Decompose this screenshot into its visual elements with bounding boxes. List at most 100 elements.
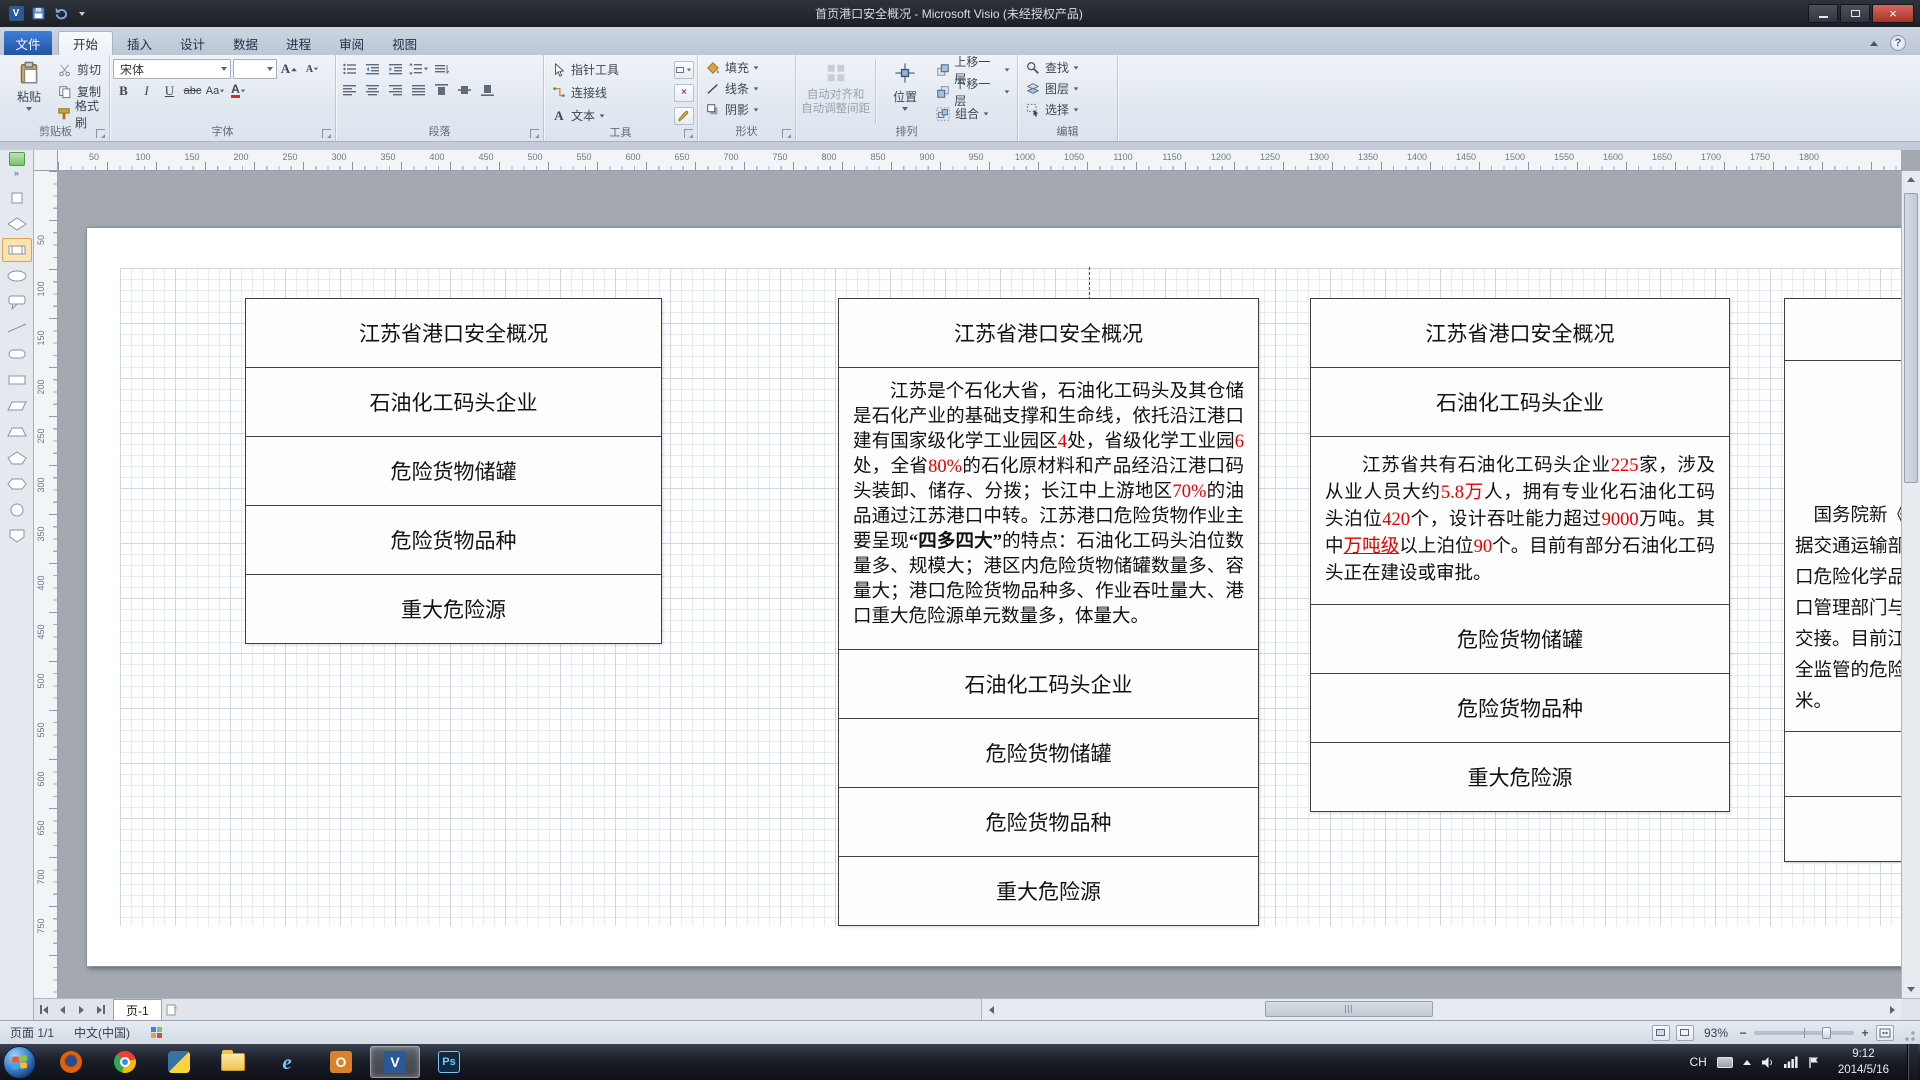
align-bottom-icon[interactable] [477, 80, 498, 99]
vertical-scroll-thumb[interactable] [1904, 193, 1918, 483]
show-desktop-button[interactable] [1907, 1044, 1918, 1080]
taskbar-photoshop-icon[interactable]: Ps [424, 1046, 474, 1078]
underline-button[interactable]: U [159, 81, 180, 100]
stencil-shape-trapezoid[interactable] [2, 420, 32, 444]
flow-shape-paragraph[interactable]: 江苏是个石化大省，石油化工码头及其仓储是石化产业的基础支撑和生命线，依托沿江港口… [838, 367, 1259, 650]
speaker-icon[interactable] [1761, 1056, 1774, 1069]
taskbar-ie-icon[interactable]: e [262, 1046, 312, 1078]
hidden-icons-chevron-icon[interactable] [1743, 1060, 1751, 1065]
freeform-pen-button[interactable] [674, 107, 694, 125]
stencil-shape-circle[interactable] [2, 498, 32, 522]
flow-shape[interactable]: 危险货物品种 [838, 787, 1259, 857]
horizontal-ruler[interactable]: 5010015020025030035040045050055060065070… [58, 150, 1901, 171]
scroll-right-icon[interactable] [1883, 1000, 1901, 1020]
undo-icon[interactable] [52, 6, 68, 22]
justify-icon[interactable] [408, 80, 429, 99]
flow-shape[interactable]: 重大危险源 [838, 856, 1259, 926]
clock[interactable]: 9:12 2014/5/16 [1830, 1046, 1897, 1078]
bullets-icon[interactable] [339, 59, 360, 78]
stencil-shape-diamond[interactable] [2, 212, 32, 236]
tab-design[interactable]: 设计 [166, 31, 219, 55]
network-icon[interactable] [1784, 1056, 1798, 1068]
shrink-font-button[interactable]: A [302, 60, 323, 79]
horizontal-scroll-track[interactable] [1000, 999, 1883, 1020]
flow-shape[interactable]: 危险货物品种 [1310, 673, 1730, 743]
drawing-canvas[interactable]: 江苏省港口安全概况 石油化工码头企业 危险货物储罐 危险货物品种 重大危险源 江… [58, 171, 1901, 998]
increase-indent-icon[interactable] [385, 59, 406, 78]
flow-shape[interactable]: 石油化工码头企业 [838, 649, 1259, 719]
tab-home[interactable]: 开始 [58, 31, 113, 55]
flow-shape[interactable]: 重大危险源 [1310, 742, 1730, 812]
flow-shape[interactable]: 危险货物储罐 [1310, 604, 1730, 674]
align-left-icon[interactable] [339, 80, 360, 99]
align-top-icon[interactable] [431, 80, 452, 99]
shape-tools-button[interactable] [674, 61, 694, 79]
vertical-ruler[interactable]: 5010015020025030035040045050055060065070… [34, 171, 58, 998]
taskbar-visio-icon[interactable]: V [370, 1046, 420, 1078]
stencil-header-icon[interactable] [9, 152, 25, 166]
flow-shape-header[interactable]: 江苏省港口安全概况 [1310, 298, 1730, 368]
clipboard-dialog-launcher-icon[interactable] [96, 129, 105, 138]
keyboard-icon[interactable] [1717, 1057, 1733, 1068]
flow-shape[interactable]: 江苏省港口安全概况 [245, 298, 662, 368]
line-spacing-icon[interactable] [408, 59, 429, 78]
page-indicator[interactable]: 页面 1/1 [0, 1021, 64, 1044]
vertical-scrollbar[interactable] [1901, 171, 1920, 998]
insert-page-icon[interactable] [162, 1000, 184, 1020]
save-icon[interactable] [30, 6, 46, 22]
change-case-button[interactable]: Aa [205, 81, 226, 100]
pointer-tool-button[interactable]: 指针工具 [547, 59, 623, 80]
flow-shape[interactable]: 石油化工码头企业 [1310, 367, 1730, 437]
flow-shape[interactable]: 重大危险源 [245, 574, 662, 644]
scroll-down-icon[interactable] [1902, 981, 1920, 998]
align-center-icon[interactable] [362, 80, 383, 99]
send-backward-button[interactable]: 下移一层 [931, 81, 1014, 102]
text-tool-button[interactable]: A 文本 [547, 105, 609, 126]
stencil-shape-rectangle[interactable] [2, 368, 32, 392]
stencil-shape-hexagon[interactable] [2, 472, 32, 496]
flow-shape[interactable]: 危险货物储罐 [838, 718, 1259, 788]
auto-align-button[interactable]: 自动对齐和 自动调整间距 [799, 57, 872, 125]
horizontal-scrollbar[interactable] [981, 999, 1901, 1020]
normal-view-icon[interactable] [1652, 1025, 1670, 1041]
fullscreen-view-icon[interactable] [1676, 1025, 1694, 1041]
format-painter-button[interactable]: 格式刷 [53, 103, 106, 124]
qat-dropdown-icon[interactable] [74, 6, 90, 22]
previous-page-button[interactable] [53, 1000, 72, 1020]
scroll-up-icon[interactable] [1902, 171, 1920, 188]
last-page-button[interactable] [91, 1000, 110, 1020]
stencil-shape-rounded-rectangle[interactable] [2, 342, 32, 366]
connector-tool-button[interactable]: 连接线 [547, 82, 611, 103]
scroll-left-icon[interactable] [982, 1000, 1000, 1020]
taskbar-chrome-icon[interactable] [100, 1046, 150, 1078]
app-icon[interactable]: V [8, 6, 24, 22]
tab-review[interactable]: 审阅 [325, 31, 378, 55]
action-center-flag-icon[interactable] [1808, 1056, 1820, 1069]
tab-data[interactable]: 数据 [219, 31, 272, 55]
italic-button[interactable]: I [136, 81, 157, 100]
flow-shape-paragraph[interactable]: 江苏省共有石油化工码头企业225家，涉及从业人员大约5.8万人，拥有专业化石油化… [1310, 436, 1730, 605]
flow-shape[interactable]: 石油化工码头企业 [245, 367, 662, 437]
find-button[interactable]: 查找 [1021, 57, 1114, 78]
taskbar-explorer-icon[interactable] [208, 1046, 258, 1078]
taskbar-firefox-icon[interactable] [46, 1046, 96, 1078]
bold-button[interactable]: B [113, 81, 134, 100]
flow-shape[interactable]: 危险货物储罐 [245, 436, 662, 506]
strikethrough-button[interactable]: abc [182, 81, 203, 100]
stencil-shape-parallelogram[interactable] [2, 394, 32, 418]
tab-file[interactable]: 文件 [4, 31, 52, 55]
first-page-button[interactable] [34, 1000, 53, 1020]
taskbar-outlook-icon[interactable]: O [316, 1046, 366, 1078]
stencil-shape-square[interactable] [2, 186, 32, 210]
next-page-button[interactable] [72, 1000, 91, 1020]
shadow-button[interactable]: 阴影 [701, 99, 792, 120]
align-right-icon[interactable] [385, 80, 406, 99]
tab-view[interactable]: 视图 [378, 31, 431, 55]
zoom-slider-thumb[interactable] [1822, 1027, 1831, 1039]
grow-font-button[interactable]: A [279, 60, 300, 79]
font-name-combo[interactable]: 宋体 [113, 59, 231, 79]
font-color-button[interactable]: A [228, 81, 249, 100]
minimize-button[interactable] [1808, 4, 1838, 23]
line-button[interactable]: 线条 [701, 78, 792, 99]
stencil-shape-callout[interactable] [2, 290, 32, 314]
